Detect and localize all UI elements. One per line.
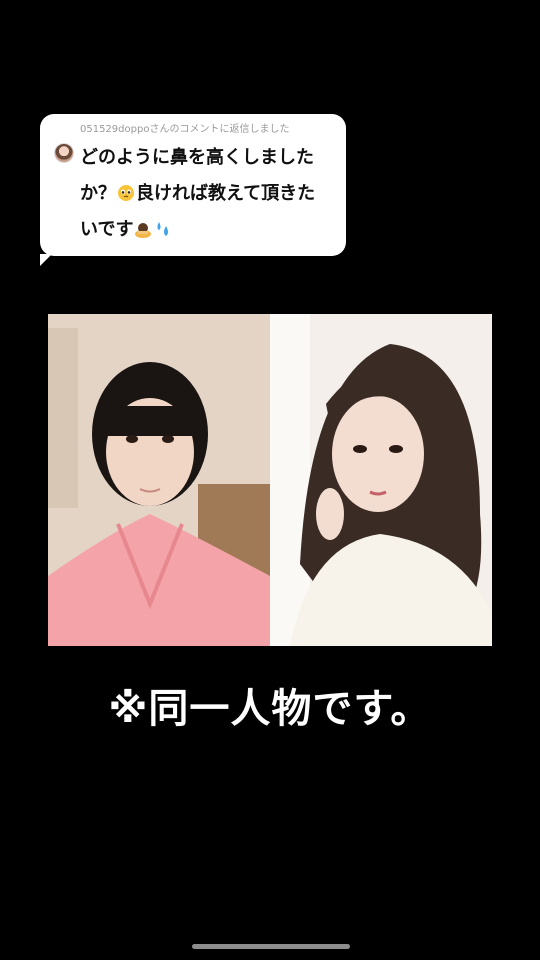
reply-comment-bubble[interactable]: 051529doppoさんのコメントに返信しました どのように鼻を高くしました … [40, 114, 346, 266]
commenter-avatar [54, 143, 74, 163]
caption-same-person: ※同一人物です。 [108, 686, 432, 732]
pleading-face-icon [117, 179, 135, 201]
after-photo [270, 314, 492, 646]
home-indicator[interactable] [192, 944, 350, 949]
comment-line-1: どのように鼻を高くしました [80, 147, 314, 168]
comment-line-3: いです [80, 219, 134, 240]
comment-line-2b: 良ければ教えて頂きた [136, 183, 316, 204]
comment-row: どのように鼻を高くしました か？ 良ければ教えて頂きた いです [54, 140, 332, 248]
comment-text: どのように鼻を高くしました か？ 良ければ教えて頂きた いです [80, 140, 315, 248]
bowing-person-icon [134, 215, 152, 238]
comment-line-2a: か？ [80, 183, 116, 204]
reply-header: 051529doppoさんのコメントに返信しました [80, 124, 290, 135]
before-after-photo-collage [48, 314, 492, 646]
sweat-droplets-icon [154, 215, 172, 236]
before-photo [48, 314, 270, 646]
